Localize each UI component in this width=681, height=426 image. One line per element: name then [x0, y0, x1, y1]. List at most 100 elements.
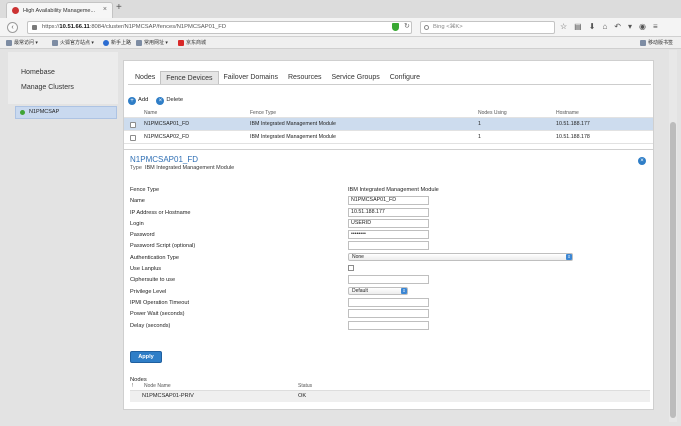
- field-label: Name: [130, 198, 145, 205]
- close-icon[interactable]: ×: [638, 157, 646, 165]
- folder-icon: [136, 39, 142, 46]
- url-bar[interactable]: https://10.51.66.11:8084/cluster/N1PMCSA…: [27, 21, 412, 34]
- tab-bar: Nodes Fence Devices Failover Domains Res…: [130, 71, 425, 84]
- add-button[interactable]: + Add: [128, 96, 148, 105]
- column-header: Node Name: [144, 383, 171, 389]
- cell-hostname: 10.51.188.178: [556, 134, 590, 140]
- cell-name: N1PMCSAP02_FD: [144, 134, 190, 140]
- use-lanplus-checkbox[interactable]: [348, 265, 354, 272]
- type-value: IBM Integrated Management Module: [144, 165, 235, 171]
- bookmark-item[interactable]: 常用网址 ▾: [136, 39, 168, 46]
- close-tab-icon[interactable]: ×: [103, 6, 107, 13]
- detail-type: Type IBM Integrated Management Module: [130, 165, 234, 171]
- cell-hostname: 10.51.188.177: [556, 121, 590, 127]
- bookmark-label: 最常访问 ▾: [14, 40, 38, 46]
- mobile-bookmarks[interactable]: 移动版书签: [640, 39, 673, 46]
- undo-icon[interactable]: ↶: [614, 21, 621, 32]
- field-power-wait: Power Wait (seconds): [130, 309, 650, 320]
- field-label: Login: [130, 220, 144, 227]
- folder-icon: [52, 39, 58, 46]
- new-tab-icon[interactable]: +: [116, 2, 122, 13]
- extension-icon[interactable]: ◉: [639, 21, 646, 32]
- divider: [128, 84, 651, 85]
- field-label: Privilege Level: [130, 288, 167, 295]
- apply-button[interactable]: Apply: [130, 351, 162, 363]
- folder-icon: [640, 39, 646, 46]
- search-icon: [424, 25, 429, 30]
- shield-icon[interactable]: [392, 23, 399, 31]
- search-input[interactable]: Bing <⌘K>: [420, 21, 555, 34]
- folder-icon: [6, 39, 12, 46]
- search-placeholder: Bing <⌘K>: [433, 24, 463, 30]
- table-row[interactable]: N1PMCSAP02_FD IBM Integrated Management …: [124, 131, 653, 144]
- row-checkbox[interactable]: [130, 135, 136, 141]
- download-icon[interactable]: ⬇: [589, 21, 596, 32]
- bookmark-item[interactable]: 京东商城: [178, 39, 206, 46]
- cell-fence-type: IBM Integrated Management Module: [250, 134, 336, 140]
- column-header: !: [132, 383, 134, 389]
- select-value: None: [352, 253, 364, 260]
- delete-button[interactable]: × Delete: [156, 96, 183, 105]
- field-label: IPMI Operation Timeout: [130, 299, 190, 306]
- main-panel: Nodes Fence Devices Failover Domains Res…: [123, 60, 654, 410]
- delete-icon: ×: [156, 96, 165, 105]
- privilege-select[interactable]: Default ⇕: [348, 286, 408, 295]
- field-ip: IP Address or Hostname 10.51.188.177: [130, 207, 650, 219]
- favicon-icon: [12, 7, 19, 14]
- app-area: Homebase Manage Clusters N1PMCSAP Nodes …: [0, 49, 681, 426]
- cluster-name: N1PMCSAP: [29, 109, 60, 115]
- left-nav: Homebase Manage Clusters: [8, 52, 118, 104]
- field-name: Name N1PMCSAP01_FD: [130, 196, 650, 207]
- bookmark-item[interactable]: 最常访问 ▾: [6, 39, 38, 46]
- bookmark-label: 移动版书签: [648, 40, 674, 46]
- tab-nodes[interactable]: Nodes: [130, 71, 160, 84]
- dropdown-icon[interactable]: ▾: [628, 21, 632, 32]
- auth-type-select[interactable]: None ⇕: [348, 252, 573, 261]
- name-input[interactable]: N1PMCSAP01_FD: [348, 196, 429, 206]
- star-icon[interactable]: ☆: [560, 21, 567, 32]
- ipmi-timeout-input[interactable]: [348, 297, 429, 307]
- ciphersuite-input[interactable]: [348, 275, 429, 285]
- status-ok-icon: [20, 110, 25, 115]
- password-script-input[interactable]: [348, 241, 429, 251]
- login-input[interactable]: USERID: [348, 218, 429, 228]
- tab-configure[interactable]: Configure: [385, 71, 425, 84]
- menu-icon[interactable]: ≡: [653, 21, 658, 32]
- bookmark-item[interactable]: 新手上路: [103, 39, 131, 46]
- detail-title: N1PMCSAP01_FD: [130, 155, 199, 164]
- reading-list-icon[interactable]: ▤: [574, 21, 582, 32]
- jd-icon: [178, 39, 184, 46]
- lock-icon: [32, 25, 37, 30]
- bookmark-item[interactable]: 火狐官方站点 ▾: [52, 39, 94, 46]
- field-login: Login USERID: [130, 218, 650, 230]
- select-value: Default: [352, 287, 368, 294]
- field-label: Password: [130, 232, 155, 239]
- nav-homebase[interactable]: Homebase: [21, 69, 55, 76]
- tab-failover-domains[interactable]: Failover Domains: [219, 71, 283, 84]
- browser-tab[interactable]: High Availability Manageme... ×: [6, 2, 113, 18]
- select-arrow-icon: ⇕: [401, 287, 407, 294]
- back-icon[interactable]: ‹: [7, 22, 18, 33]
- tab-fence-devices[interactable]: Fence Devices: [160, 71, 219, 84]
- column-header: Nodes Using: [478, 110, 507, 116]
- field-value: IBM Integrated Management Module: [348, 187, 439, 193]
- scrollbar[interactable]: [669, 50, 677, 422]
- delay-input[interactable]: [348, 320, 429, 330]
- tab-resources[interactable]: Resources: [283, 71, 326, 84]
- cluster-item[interactable]: N1PMCSAP: [15, 106, 117, 119]
- home-icon[interactable]: ⌂: [602, 21, 607, 32]
- ip-input[interactable]: 10.51.188.177: [348, 207, 429, 217]
- password-input[interactable]: ••••••••: [348, 230, 429, 240]
- field-label: Ciphersuite to use: [130, 277, 176, 284]
- reload-icon[interactable]: ↻: [404, 21, 410, 32]
- browser-tab-bar: High Availability Manageme... × +: [0, 0, 681, 18]
- table-row[interactable]: N1PMCSAP01_FD IBM Integrated Management …: [124, 118, 653, 131]
- row-checkbox[interactable]: [130, 122, 136, 128]
- fence-devices-table: Name Fence Type Nodes Using Hostname N1P…: [124, 108, 653, 144]
- table-row[interactable]: N1PMCSAP01-PRIV OK: [130, 391, 650, 402]
- nav-manage-clusters[interactable]: Manage Clusters: [21, 84, 74, 91]
- scrollbar-thumb[interactable]: [670, 122, 676, 418]
- power-wait-input[interactable]: [348, 309, 429, 319]
- tab-title: High Availability Manageme...: [23, 7, 96, 14]
- tab-service-groups[interactable]: Service Groups: [326, 71, 384, 84]
